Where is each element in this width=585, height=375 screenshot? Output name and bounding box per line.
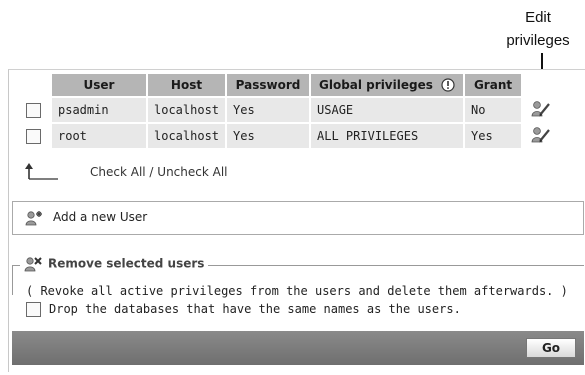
remove-users-legend: Remove selected users (20, 256, 209, 272)
cell-privileges: USAGE (311, 98, 464, 122)
cell-grant: Yes (465, 124, 522, 148)
go-button[interactable]: Go (526, 338, 576, 358)
edit-privileges-callout: Edit privileges (495, 6, 581, 52)
check-links: Check All / Uncheck All (90, 165, 228, 179)
header-global-privileges: Global privileges (311, 74, 464, 96)
form-footer: Go (12, 331, 584, 365)
info-icon[interactable] (441, 78, 455, 92)
header-select (16, 74, 50, 96)
row-checkbox[interactable] (25, 128, 41, 144)
header-edit (523, 74, 559, 96)
table-row: root localhost Yes ALL PRIVILEGES Yes (16, 124, 559, 148)
add-user-icon (25, 211, 42, 226)
uncheck-all-link[interactable]: Uncheck All (157, 165, 227, 179)
edit-cell (523, 98, 559, 122)
remove-user-icon (24, 257, 42, 272)
users-table: User Host Password Global privileges Gra… (14, 72, 561, 150)
row-select-cell (16, 98, 50, 122)
fieldset-border-left (12, 265, 13, 295)
check-separator: / (145, 165, 158, 179)
callout-line-1: Edit (525, 9, 551, 26)
add-user-box[interactable]: Add a new User (12, 201, 584, 235)
drop-databases-checkbox[interactable] (26, 302, 41, 317)
global-privileges-label: Global privileges (319, 77, 433, 92)
header-grant: Grant (465, 74, 522, 96)
cell-grant: No (465, 98, 522, 122)
cell-user: root (52, 124, 146, 148)
check-all-link[interactable]: Check All (90, 165, 146, 179)
cell-privileges: ALL PRIVILEGES (311, 124, 464, 148)
edit-privileges-icon[interactable] (531, 100, 551, 118)
cell-password: Yes (227, 124, 310, 148)
callout-line-2: privileges (506, 32, 570, 49)
row-checkbox[interactable] (25, 102, 41, 118)
remove-users-legend-text: Remove selected users (48, 256, 205, 271)
cell-password: Yes (227, 98, 310, 122)
cell-host: localhost (148, 124, 226, 148)
row-select-cell (16, 124, 50, 148)
drop-databases-label[interactable]: Drop the databases that have the same na… (49, 302, 461, 316)
add-user-label[interactable]: Add a new User (53, 210, 147, 224)
drop-databases-option: Drop the databases that have the same na… (26, 302, 461, 317)
cell-host: localhost (148, 98, 226, 122)
edit-cell (523, 124, 559, 148)
edit-privileges-icon[interactable] (531, 126, 551, 144)
arrow-up-left-icon (25, 163, 58, 180)
table-row: psadmin localhost Yes USAGE No (16, 98, 559, 122)
table-header-row: User Host Password Global privileges Gra… (16, 74, 559, 96)
header-user: User (52, 74, 146, 96)
cell-user: psadmin (52, 98, 146, 122)
remove-users-description: ( Revoke all active privileges from the … (26, 284, 568, 298)
header-password: Password (227, 74, 310, 96)
header-host: Host (148, 74, 226, 96)
